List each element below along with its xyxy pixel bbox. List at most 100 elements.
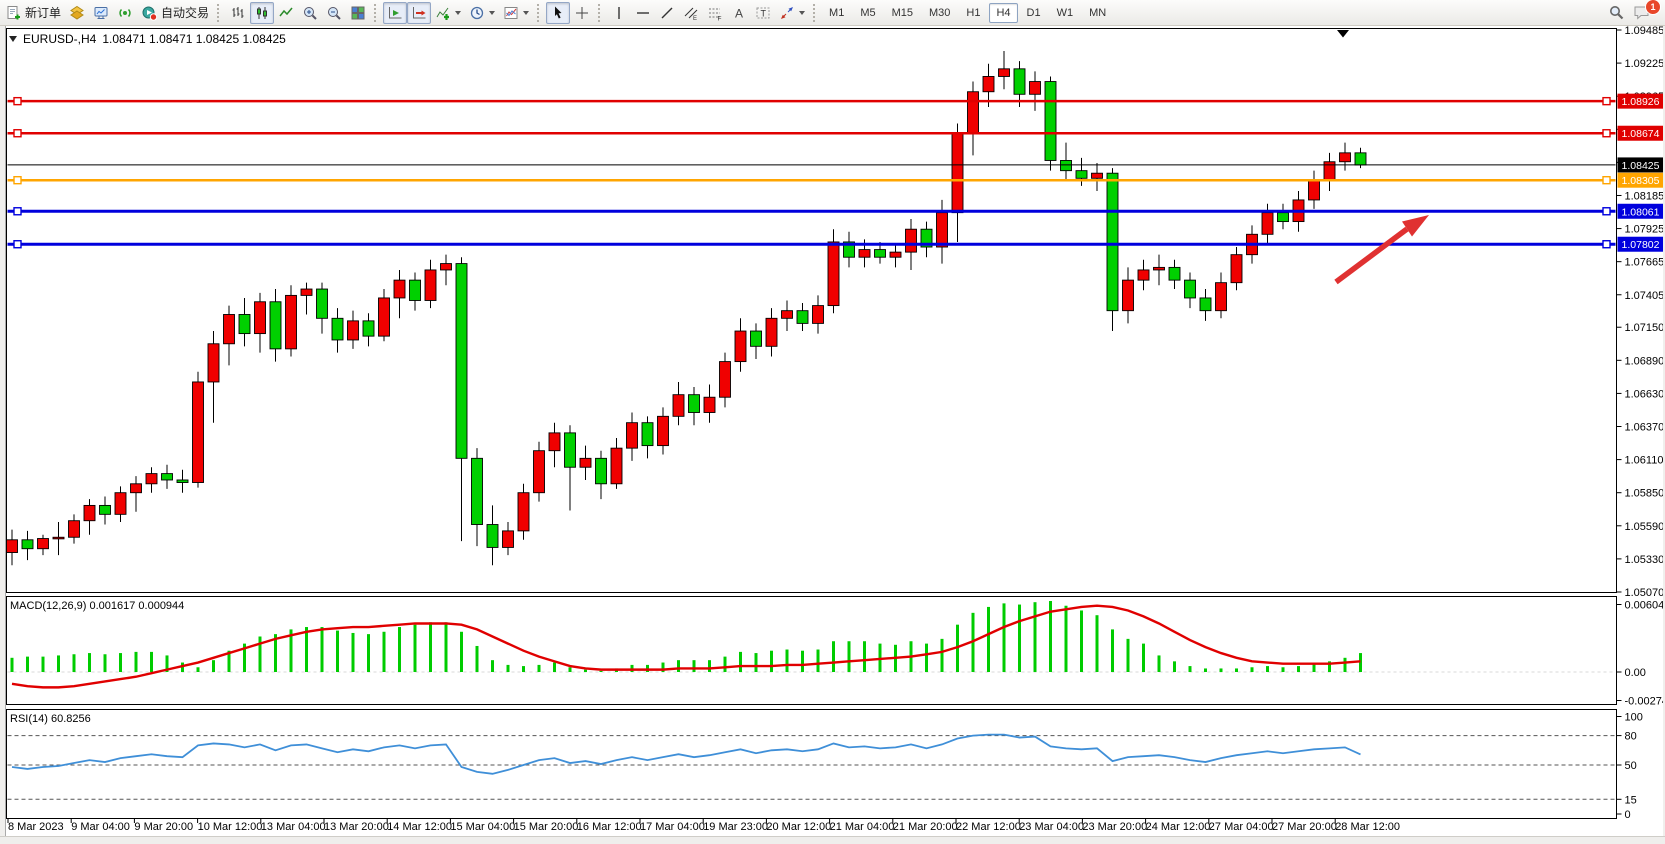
time-axis-label: 27 Mar 04:00 <box>1209 821 1274 833</box>
autotrading-button[interactable]: 自动交易 <box>137 2 213 24</box>
chart-ohlc-values: 1.08471 1.08471 1.08425 1.08425 <box>102 32 286 46</box>
svg-text:15: 15 <box>1625 794 1637 806</box>
chat-button[interactable]: 1 <box>1629 2 1655 24</box>
trendline-icon <box>659 5 675 21</box>
timeframe-button-m1[interactable]: M1 <box>822 3 851 23</box>
arrows-tool-button[interactable] <box>775 2 809 24</box>
time-axis-label: 21 Mar 20:00 <box>893 821 958 833</box>
macd-indicator-label: MACD(12,26,9) 0.001617 0.000944 <box>10 600 184 612</box>
zoom-in-icon <box>302 5 318 21</box>
auto-scroll-button[interactable] <box>383 2 407 24</box>
timeframe-button-h4[interactable]: H4 <box>989 3 1017 23</box>
time-axis-label: 13 Mar 04:00 <box>261 821 326 833</box>
timeframe-button-m30[interactable]: M30 <box>922 3 957 23</box>
line-chart-icon <box>278 5 294 21</box>
horizontal-line-tool-button[interactable] <box>631 2 655 24</box>
time-axis-label: 21 Mar 04:00 <box>830 821 895 833</box>
svg-text:1.07405: 1.07405 <box>1625 290 1665 302</box>
timeframe-button-m15[interactable]: M15 <box>885 3 920 23</box>
zoom-out-icon <box>326 5 342 21</box>
time-axis-label: 23 Mar 20:00 <box>1082 821 1147 833</box>
svg-text:1.09225: 1.09225 <box>1625 58 1665 70</box>
chart-shift-button[interactable] <box>407 2 431 24</box>
indicators-button[interactable] <box>431 2 465 24</box>
svg-text:T: T <box>761 8 767 18</box>
time-axis-label: 9 Mar 20:00 <box>134 821 193 833</box>
candlestick-chart-icon <box>254 5 270 21</box>
zoom-out-button[interactable] <box>322 2 346 24</box>
chat-badge: 1 <box>1645 0 1661 15</box>
svg-text:A: A <box>735 6 743 20</box>
trendline-tool-button[interactable] <box>655 2 679 24</box>
time-axis-label: 10 Mar 12:00 <box>198 821 263 833</box>
svg-text:-0.002746: -0.002746 <box>1625 696 1665 708</box>
dropdown-caret-icon <box>455 11 461 15</box>
rsi-pane[interactable] <box>7 710 1617 819</box>
profiles-icon <box>69 5 85 21</box>
price-pane[interactable] <box>7 29 1617 593</box>
time-axis-label: 22 Mar 12:00 <box>956 821 1021 833</box>
timeframe-button-m5[interactable]: M5 <box>853 3 882 23</box>
cursor-tool-button[interactable] <box>546 2 570 24</box>
timeframe-button-h1[interactable]: H1 <box>959 3 987 23</box>
fibonacci-tool-button[interactable]: F <box>703 2 727 24</box>
profiles-button[interactable] <box>65 2 89 24</box>
periods-icon <box>469 5 485 21</box>
svg-text:1.06110: 1.06110 <box>1625 455 1664 467</box>
text-tool-button[interactable]: A <box>727 2 751 24</box>
svg-text:1.05850: 1.05850 <box>1625 488 1665 500</box>
svg-text:0.00: 0.00 <box>1625 667 1646 679</box>
svg-text:1.07665: 1.07665 <box>1625 257 1665 269</box>
svg-text:1.09485: 1.09485 <box>1625 25 1665 37</box>
svg-text:1.07925: 1.07925 <box>1625 224 1665 236</box>
svg-text:1.06370: 1.06370 <box>1625 422 1665 434</box>
time-axis-label: 28 Mar 12:00 <box>1335 821 1400 833</box>
price-label-1.08425: 1.08425 <box>1622 160 1660 172</box>
macd-pane[interactable] <box>7 597 1617 705</box>
vertical-line-icon <box>612 5 626 21</box>
price-label-1.08674: 1.08674 <box>1622 128 1660 140</box>
text-icon: A <box>732 5 746 21</box>
search-button[interactable] <box>1604 2 1629 24</box>
fibonacci-icon: F <box>707 5 723 21</box>
autotrading-label: 自动交易 <box>161 4 209 21</box>
svg-text:1.08185: 1.08185 <box>1625 190 1665 202</box>
timeframe-button-w1[interactable]: W1 <box>1050 3 1081 23</box>
vertical-line-tool-button[interactable] <box>607 2 631 24</box>
autotrading-icon <box>141 5 158 21</box>
price-label-1.08061: 1.08061 <box>1622 206 1660 218</box>
collapse-icon[interactable] <box>9 36 17 42</box>
horizontal-scrollbar[interactable] <box>0 836 1665 844</box>
templates-icon <box>503 5 519 21</box>
templates-button[interactable] <box>499 2 533 24</box>
price-axis[interactable]: 1.094851.092251.089651.087051.084451.081… <box>1617 25 1665 599</box>
rsi-indicator-label: RSI(14) 60.8256 <box>10 713 91 725</box>
time-axis-label: 19 Mar 23:00 <box>703 821 768 833</box>
time-axis-label: 20 Mar 12:00 <box>766 821 831 833</box>
crosshair-tool-button[interactable] <box>570 2 594 24</box>
svg-text:1.06630: 1.06630 <box>1625 388 1665 400</box>
horizontal-line-icon <box>635 5 651 21</box>
market-watch-button[interactable] <box>89 2 113 24</box>
price-label-1.07802: 1.07802 <box>1622 239 1660 251</box>
bars-chart-button[interactable] <box>226 2 250 24</box>
time-axis-label: 17 Mar 04:00 <box>640 821 705 833</box>
candlestick-chart-button[interactable] <box>250 2 274 24</box>
indicators-icon <box>435 5 451 21</box>
svg-text:0.006044: 0.006044 <box>1625 600 1665 612</box>
text-label-tool-button[interactable]: T <box>751 2 775 24</box>
tile-windows-button[interactable] <box>346 2 370 24</box>
line-chart-button[interactable] <box>274 2 298 24</box>
svg-text:1.05330: 1.05330 <box>1625 554 1665 566</box>
timeframe-button-d1[interactable]: D1 <box>1020 3 1048 23</box>
signals-button[interactable] <box>113 2 137 24</box>
channel-tool-button[interactable]: E <box>679 2 703 24</box>
timeframe-button-mn[interactable]: MN <box>1082 3 1113 23</box>
toolbar-grip <box>598 4 603 22</box>
dropdown-caret-icon <box>489 11 495 15</box>
new-order-button[interactable]: 新订单 <box>2 2 65 24</box>
zoom-in-button[interactable] <box>298 2 322 24</box>
text-label-icon: T <box>755 5 771 21</box>
chart-canvas[interactable]: 1.094851.092251.089651.087051.084451.081… <box>0 0 1665 844</box>
periods-button[interactable] <box>465 2 499 24</box>
